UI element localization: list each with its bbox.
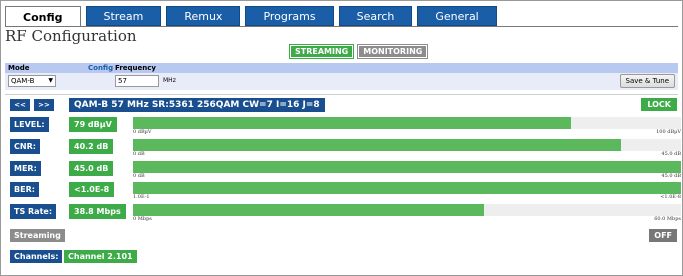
level-value: 79 dBµV: [69, 117, 117, 132]
status-badges: STREAMING MONITORING: [288, 44, 429, 59]
mer-bar-fill: [133, 161, 681, 173]
next-button[interactable]: >>: [34, 99, 54, 111]
lock-badge: LOCK: [641, 98, 677, 111]
ber-bar: [133, 182, 681, 194]
tab-stream[interactable]: Stream: [85, 6, 162, 26]
channel-value[interactable]: Channel 2.101: [64, 250, 137, 263]
mer-scale: 0 dB 45.0 dB: [133, 173, 681, 180]
mer-value: 45.0 dB: [69, 161, 114, 176]
tab-config[interactable]: Config: [5, 6, 81, 27]
frequency-unit: MHz: [163, 77, 176, 84]
ber-scale-min: 1.0E-1: [133, 194, 150, 200]
mer-bar: [133, 161, 681, 173]
frequency-input[interactable]: 57: [115, 75, 159, 87]
chevron-down-icon: ▼: [48, 77, 53, 84]
frequency-header: Frequency: [115, 64, 156, 72]
prev-button[interactable]: <<: [10, 99, 30, 111]
channels-label: Channels:: [10, 250, 63, 263]
streaming-badge: STREAMING: [288, 44, 355, 59]
mode-select[interactable]: QAM-B ▼: [8, 75, 56, 87]
mer-scale-min: 0 dB: [133, 173, 145, 179]
cnr-scale: 0 dB 45.0 dB: [133, 151, 681, 158]
ts-rate-bar-fill: [133, 204, 484, 216]
cnr-scale-max: 45.0 dB: [661, 151, 681, 157]
ber-scale: 1.0E-1 <1.0E-8: [133, 194, 681, 201]
level-label: LEVEL:: [10, 117, 49, 132]
streaming-label: Streaming: [10, 229, 65, 242]
ber-value: <1.0E-8: [69, 182, 115, 197]
cnr-bar: [133, 139, 681, 151]
mer-scale-max: 45.0 dB: [661, 173, 681, 179]
cnr-bar-fill: [133, 139, 621, 151]
ts-rate-value: 38.8 Mbps: [69, 204, 126, 219]
mode-header: Mode: [8, 64, 30, 72]
config-header: Mode Config Frequency: [5, 63, 678, 73]
ber-scale-max: <1.0E-8: [660, 194, 681, 200]
level-scale-min: 0 dBµV: [133, 129, 152, 135]
ts-rate-label: TS Rate:: [10, 204, 57, 219]
level-scale: 0 dBµV 100 dBµV: [133, 129, 681, 136]
divider: [5, 94, 678, 95]
streaming-state-badge[interactable]: OFF: [649, 229, 677, 242]
level-bar: [133, 117, 681, 129]
tab-programs[interactable]: Programs: [245, 6, 334, 26]
mode-value: QAM-B: [11, 77, 35, 85]
ber-label: BER:: [10, 182, 39, 197]
monitoring-badge: MONITORING: [357, 44, 429, 59]
ts-rate-scale: 0 Mbps 60.0 Mbps: [133, 216, 681, 223]
cnr-value: 40.2 dB: [69, 139, 114, 154]
cnr-label: CNR:: [10, 139, 40, 154]
page-title: RF Configuration: [5, 27, 137, 45]
tab-bar: Config Stream Remux Programs Search Gene…: [5, 6, 497, 27]
save-tune-button[interactable]: Save & Tune: [619, 74, 675, 88]
tab-search[interactable]: Search: [338, 6, 413, 26]
ts-rate-bar: [133, 204, 681, 216]
cnr-scale-min: 0 dB: [133, 151, 145, 157]
level-scale-max: 100 dBµV: [656, 129, 681, 135]
ts-rate-scale-max: 60.0 Mbps: [654, 216, 681, 222]
config-link[interactable]: Config: [88, 64, 113, 72]
tab-general[interactable]: General: [417, 6, 497, 26]
tuning-summary: QAM-B 57 MHz SR:5361 256QAM CW=7 I=16 J=…: [69, 98, 325, 112]
config-row: QAM-B ▼ 57 MHz Save & Tune: [5, 73, 678, 90]
mer-label: MER:: [10, 161, 41, 176]
level-bar-fill: [133, 117, 572, 129]
ts-rate-scale-min: 0 Mbps: [133, 216, 152, 222]
ber-bar-fill: [133, 182, 681, 194]
tab-remux[interactable]: Remux: [166, 6, 241, 26]
